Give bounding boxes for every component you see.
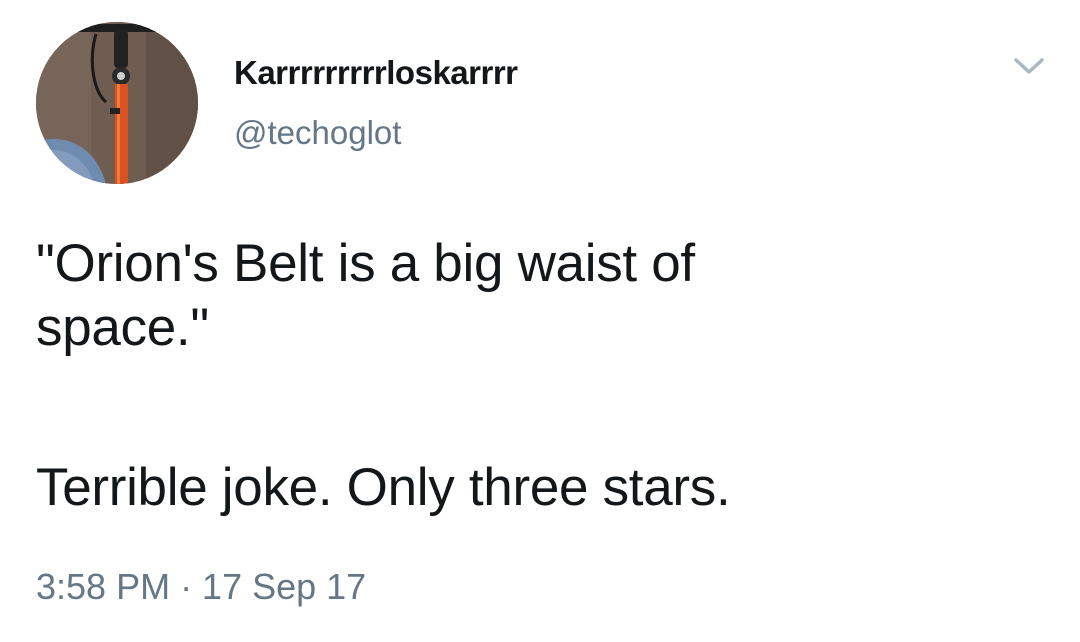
avatar[interactable]: [36, 22, 198, 184]
avatar-image: [36, 22, 198, 184]
tweet-text-line-3: Terrible joke. Only three stars.: [36, 458, 731, 517]
tweet-text: "Orion's Belt is a big waist of space." …: [36, 232, 1036, 520]
tweet-text-line-1: "Orion's Belt is a big waist of: [36, 234, 695, 293]
tweet-text-line-2: space.": [36, 298, 209, 357]
author-display-name[interactable]: Karrrrrrrrrloskarrrr: [234, 54, 518, 92]
author-handle[interactable]: @techoglot: [234, 114, 401, 152]
tweet-timestamp[interactable]: 3:58 PM · 17 Sep 17: [36, 566, 366, 608]
chevron-down-icon[interactable]: [1012, 54, 1046, 78]
tweet-card: Karrrrrrrrrloskarrrr @techoglot "Orion's…: [0, 0, 1080, 642]
